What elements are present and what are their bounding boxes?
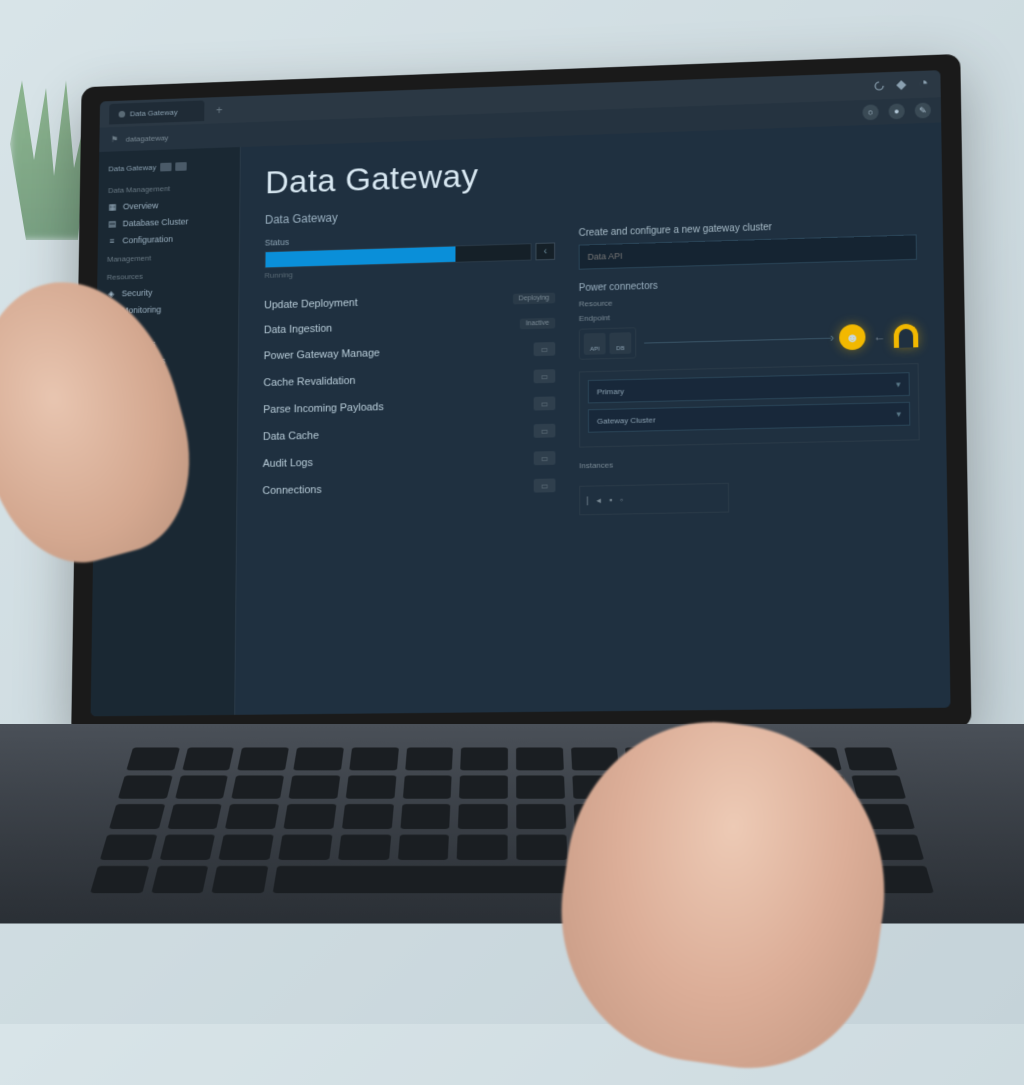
search-icon[interactable]: ○	[862, 104, 878, 120]
list-item-label: Data Ingestion	[264, 318, 520, 336]
dropdown-label: Gateway Cluster	[597, 415, 656, 425]
dropdown-label: Primary	[597, 386, 624, 395]
app-frame: Data Gateway Data Management ▦ Overview …	[91, 122, 951, 716]
background-plant	[10, 80, 90, 240]
list-item-label: Parse Incoming Payloads	[263, 398, 534, 416]
list-item-label: Audit Logs	[263, 452, 534, 469]
progress-chevron-button[interactable]: ‹	[535, 242, 555, 260]
toggle-chip[interactable]: ▭	[534, 451, 556, 465]
page-title: Data Gateway	[265, 143, 916, 202]
instances-toolbar: | ◂ ▪ ◦	[579, 483, 729, 515]
status-badge: Inactive	[520, 317, 555, 329]
toggle-chip[interactable]: ▭	[534, 369, 556, 383]
sidebar-item-label: Security	[122, 288, 153, 298]
first-icon[interactable]: |	[586, 495, 588, 505]
sidebar-badge-icon	[160, 163, 171, 172]
sidebar-item-label: Configuration	[122, 234, 173, 245]
gateway-name-input[interactable]	[579, 234, 917, 269]
warning-node-icon[interactable]: ☻	[839, 324, 866, 350]
connector-diagram: API DB ☻ ←	[579, 320, 919, 360]
bars-icon: ≡	[107, 236, 117, 246]
db-chip-icon: DB	[609, 332, 631, 354]
tab-favicon-icon	[119, 110, 126, 117]
sidebar-badge-icon	[175, 162, 186, 171]
dropdown-group: Primary ▾ Gateway Cluster ▾	[579, 363, 920, 448]
toggle-chip[interactable]: ▭	[534, 396, 556, 410]
sidebar-item-label: Overview	[123, 201, 159, 212]
api-chip-icon: API	[584, 333, 606, 355]
toggle-chip[interactable]: ▭	[534, 342, 556, 356]
sidebar-item-label: Database Cluster	[123, 217, 189, 229]
list-item-label: Power Gateway Manage	[264, 344, 534, 363]
play-icon[interactable]: ▪	[609, 495, 612, 505]
url-text: datagateway	[126, 133, 169, 143]
status-badge: Deploying	[513, 292, 555, 304]
progress-fill	[265, 246, 455, 267]
diamond-icon	[894, 78, 908, 92]
right-column: Create and configure a new gateway clust…	[579, 218, 921, 516]
left-column: Status ‹ Running Update Deployment	[262, 229, 555, 521]
list-item-label: Update Deployment	[264, 293, 513, 311]
gateway-node-icon[interactable]	[894, 324, 919, 348]
toggle-chip[interactable]: ▭	[534, 478, 556, 492]
screen: Data Gateway + ◔ ⚑ datagateway ○ ● ✎	[91, 70, 951, 716]
instances-label: Instances	[579, 454, 920, 470]
list-item[interactable]: Connections ▭	[262, 472, 555, 505]
chevron-down-icon: ▾	[896, 408, 901, 419]
database-icon: ▤	[108, 219, 118, 229]
refresh-icon[interactable]	[872, 79, 886, 93]
prev-icon[interactable]: ◂	[596, 495, 601, 506]
toggle-chip[interactable]: ▭	[534, 424, 556, 438]
primary-dropdown[interactable]: Primary ▾	[588, 372, 910, 403]
grid-icon: ▦	[108, 202, 118, 212]
bell-icon[interactable]: ◔	[916, 77, 930, 91]
lock-icon: ⚑	[109, 133, 120, 145]
sidebar-header-label: Data Gateway	[108, 163, 156, 173]
list-item-label: Cache Revalidation	[263, 371, 533, 389]
connector-line	[644, 337, 831, 343]
list-item-label: Connections	[262, 480, 533, 497]
main-content: Data Gateway Data Gateway Status ‹ Run	[235, 122, 950, 714]
laptop-frame: Data Gateway + ◔ ⚑ datagateway ○ ● ✎	[71, 54, 971, 736]
cluster-dropdown[interactable]: Gateway Cluster ▾	[588, 402, 910, 433]
profile-icon[interactable]: ●	[889, 103, 905, 119]
feature-list: Update Deployment Deploying Data Ingesti…	[262, 285, 555, 505]
next-icon[interactable]: ◦	[620, 495, 623, 505]
browser-tab[interactable]: Data Gateway	[109, 100, 204, 124]
new-tab-button[interactable]: +	[212, 102, 227, 118]
connector-source[interactable]: API DB	[579, 327, 636, 360]
tab-label: Data Gateway	[130, 107, 178, 117]
chevron-down-icon: ▾	[896, 379, 901, 390]
list-item-label: Data Cache	[263, 425, 534, 443]
arrow-left-icon: ←	[873, 329, 885, 343]
extensions-icon[interactable]: ✎	[915, 102, 931, 118]
